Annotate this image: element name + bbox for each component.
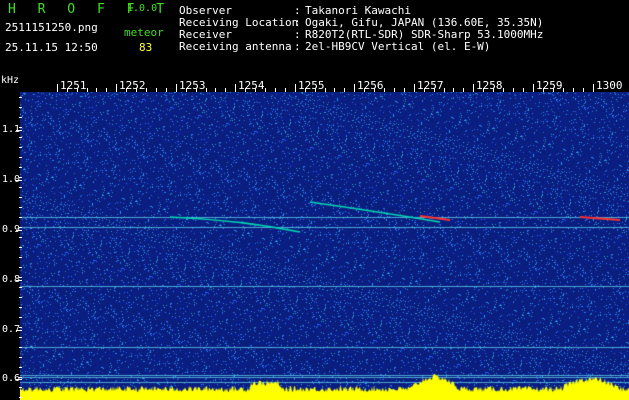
x-tick-label: 1258 [476, 79, 503, 92]
y-axis-unit: kHz [1, 75, 20, 86]
y-tick-label: 1.0 [2, 174, 21, 185]
x-tick-label: 1259 [536, 79, 563, 92]
location-value: Ogaki, Gifu, JAPAN (136.60E, 35.35N) [305, 16, 544, 29]
spectrogram [20, 92, 629, 400]
antenna-value: 2el-HB9CV Vertical (el. E-W) [305, 40, 491, 53]
antenna-label: Receiving antenna [179, 40, 292, 53]
y-tick-label: 1.1 [2, 124, 21, 135]
observer-colon: : [294, 4, 301, 17]
x-tick-label: 1251 [60, 79, 87, 92]
datetime-label: 25.11.15 12:50 [5, 41, 98, 54]
filename-label: 2511151250.png [5, 21, 98, 34]
meteor-label: meteor [124, 26, 164, 39]
x-tick-label: 1257 [417, 79, 444, 92]
app-version: 1.0.0 [127, 3, 158, 14]
y-tick-label: 0.8 [2, 274, 21, 285]
receiver-label: Receiver [179, 28, 232, 41]
x-tick-label: 1300 [596, 79, 623, 92]
receiver-value: R820T2(RTL-SDR) SDR-Sharp 53.1000MHz [305, 28, 544, 41]
y-tick-label: 0.9 [2, 224, 21, 235]
x-tick-label: 1255 [298, 79, 325, 92]
x-tick-label: 1252 [119, 79, 146, 92]
observer-value: Takanori Kawachi [305, 4, 411, 17]
location-label: Receiving Location [179, 16, 299, 29]
x-tick-label: 1256 [357, 79, 384, 92]
location-colon: : [294, 16, 301, 29]
y-tick-label: 0.6 [2, 373, 21, 384]
meteor-count: 83 [139, 41, 153, 54]
observer-label: Observer [179, 4, 232, 17]
x-tick-label: 1254 [238, 79, 265, 92]
y-tick-label: 0.7 [2, 324, 21, 335]
x-tick-label: 1253 [179, 79, 206, 92]
receiver-colon: : [294, 28, 301, 41]
antenna-colon: : [294, 40, 301, 53]
